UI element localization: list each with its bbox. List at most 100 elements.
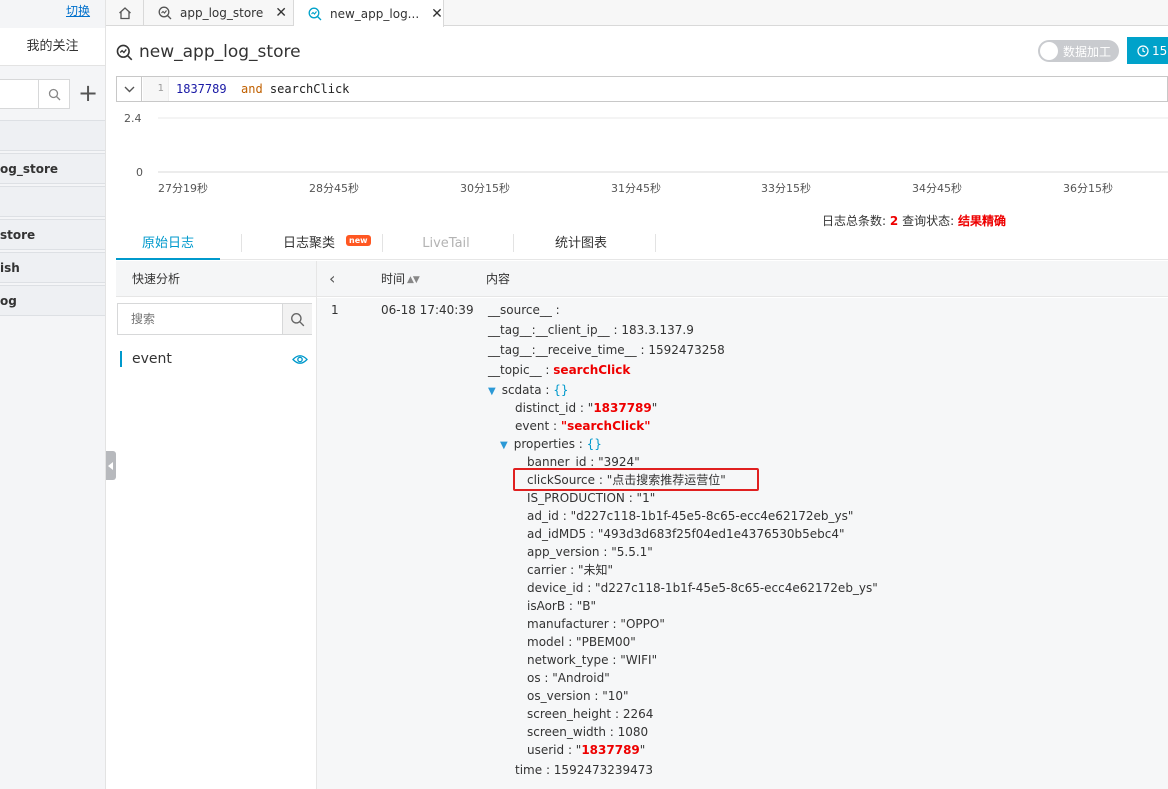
field-value: 1592473258 (648, 343, 725, 357)
column-content: 内容 (486, 272, 511, 286)
log-field[interactable]: isAorB : "B" (527, 597, 596, 615)
data-processing-toggle[interactable]: 数据加工 (1038, 40, 1119, 62)
query-token-number: 1837789 (176, 82, 227, 96)
y-tick: 0 (136, 166, 143, 179)
field-key: screen_height (527, 707, 612, 721)
log-field[interactable]: __tag__:__receive_time__ : 1592473258 (488, 341, 725, 359)
field-key: os_version (527, 689, 591, 703)
y-tick: 2.4 (124, 112, 142, 125)
log-field[interactable]: __topic__ : searchClick (488, 361, 630, 379)
log-field[interactable]: device_id : "d227c118-1b1f-45e5-8c65-ecc… (527, 579, 878, 597)
field-key: model (527, 635, 565, 649)
column-time[interactable]: 时间 ▲▼ (381, 261, 420, 298)
field-key: os (527, 671, 541, 685)
total-count-label: 日志总条数: (822, 214, 887, 228)
log-field[interactable]: IS_PRODUCTION : "1" (527, 489, 655, 507)
log-field[interactable]: ad_id : "d227c118-1b1f-45e5-8c65-ecc4e62… (527, 507, 853, 525)
query-history-dropdown[interactable] (117, 77, 142, 101)
log-histogram[interactable]: 2.4 0 27分19秒 28分45秒 30分15秒 31分45秒 33分15秒… (116, 104, 1168, 210)
left-sidebar: 切换 我的关注 + og_store store ish og (0, 0, 106, 789)
field-search-input[interactable] (118, 304, 282, 334)
field-value: 3924 (603, 455, 635, 469)
tab-raw-logs[interactable]: 原始日志 (116, 230, 220, 260)
field-key: device_id (527, 581, 584, 595)
field-key: __tag__:__receive_time__ (488, 343, 637, 357)
log-field[interactable]: userid : "1837789" (527, 741, 645, 759)
log-field[interactable]: time : 1592473239473 (515, 761, 653, 779)
sidebar-item[interactable] (0, 120, 105, 151)
sidebar-item[interactable] (0, 186, 105, 217)
field-key: __tag__:__client_ip__ (488, 323, 610, 337)
expand-triangle-icon[interactable]: ▼ (500, 440, 508, 451)
tab-new-app-log-store[interactable]: new_app_log... ✕ (294, 0, 444, 27)
home-tab[interactable] (106, 0, 144, 26)
tab-livetail: LiveTail (422, 236, 470, 251)
tab-app-log-store[interactable]: app_log_store ✕ (144, 0, 294, 26)
field-key: ad_idMD5 (527, 527, 587, 541)
close-icon[interactable]: ✕ (431, 6, 443, 22)
log-field[interactable]: model : "PBEM00" (527, 633, 636, 651)
log-field[interactable]: __source__ : (488, 301, 560, 319)
log-field[interactable]: app_version : "5.5.1" (527, 543, 653, 561)
sidebar-item-log-store[interactable]: og_store (0, 153, 105, 184)
query-summary: 日志总条数: 2 查询状态: 结果精确 (822, 212, 1006, 229)
query-token-text: searchClick (262, 82, 350, 96)
log-field[interactable]: event : "searchClick" (515, 417, 650, 435)
sidebar-item-store[interactable]: store (0, 219, 105, 250)
field-key: ad_id (527, 509, 559, 523)
log-field-expandable[interactable]: ▼ scdata : {} (488, 381, 569, 399)
x-tick: 31分45秒 (611, 182, 661, 195)
log-field[interactable]: os : "Android" (527, 669, 610, 687)
time-range-button[interactable]: 15 (1127, 37, 1168, 64)
tab-log-clustering[interactable]: 日志聚类 (276, 230, 342, 260)
field-key: time (515, 763, 543, 777)
field-search (117, 303, 312, 335)
field-key: screen_width (527, 725, 606, 739)
expand-triangle-icon[interactable]: ▼ (488, 386, 496, 397)
log-field[interactable]: ad_idMD5 : "493d3d683f25f04ed1e4376530b5… (527, 525, 845, 543)
logstore-search-input[interactable] (0, 79, 70, 109)
sidebar-collapse-handle[interactable] (106, 451, 116, 480)
query-text[interactable]: 1837789 and searchClick (176, 77, 349, 101)
log-field[interactable]: distinct_id : "1837789" (515, 399, 657, 417)
sidebar-item-ish[interactable]: ish (0, 252, 105, 283)
log-field[interactable]: screen_height : 2264 (527, 705, 653, 723)
my-follow-tab[interactable]: 我的关注 (0, 28, 105, 66)
close-icon[interactable]: ✕ (275, 5, 287, 21)
search-icon (291, 312, 305, 326)
log-field[interactable]: manufacturer : "OPPO" (527, 615, 665, 633)
field-value: d227c118-1b1f-45e5-8c65-ecc4e62172eb_ys (600, 581, 873, 595)
field-key: scdata (501, 383, 542, 397)
log-field[interactable]: screen_width : 1080 (527, 723, 648, 741)
log-field[interactable]: carrier : "未知" (527, 561, 613, 579)
time-range-label: 15 (1152, 43, 1168, 58)
log-field[interactable]: network_type : "WIFI" (527, 651, 657, 669)
log-field[interactable]: __tag__:__client_ip__ : 183.3.137.9 (488, 321, 694, 339)
query-editor[interactable]: 1 1837789 and searchClick (116, 76, 1168, 102)
log-field[interactable]: os_version : "10" (527, 687, 629, 705)
add-logstore-button[interactable]: + (76, 80, 100, 108)
field-search-button[interactable] (282, 304, 312, 334)
field-value: 5.5.1 (616, 545, 648, 559)
field-item-event[interactable]: event (120, 349, 314, 369)
eye-icon[interactable] (292, 354, 308, 365)
switch-link[interactable]: 切换 (66, 2, 90, 19)
field-key: properties (513, 437, 575, 451)
field-key: __topic__ (488, 363, 542, 377)
field-key: isAorB (527, 599, 566, 613)
tab-statistics-chart[interactable]: 统计图表 (548, 230, 614, 260)
log-field-expandable[interactable]: ▼ properties : {} (500, 435, 602, 453)
sort-icon[interactable]: ▲▼ (407, 262, 420, 298)
collapse-arrow[interactable]: ‹ (329, 261, 335, 297)
search-log-icon (308, 7, 322, 21)
total-count-value: 2 (889, 214, 899, 228)
sidebar-item-og[interactable]: og (0, 285, 105, 316)
field-value: 1837789 (581, 743, 640, 757)
tab-divider (382, 234, 383, 252)
tab-bar: app_log_store ✕ new_app_log... ✕ (106, 0, 1168, 27)
quick-analysis-panel: 快速分析 event (116, 261, 317, 789)
search-button[interactable] (38, 80, 69, 108)
field-value: PBEM00 (581, 635, 631, 649)
tab-divider (655, 234, 656, 252)
field-value: 2264 (622, 707, 654, 721)
